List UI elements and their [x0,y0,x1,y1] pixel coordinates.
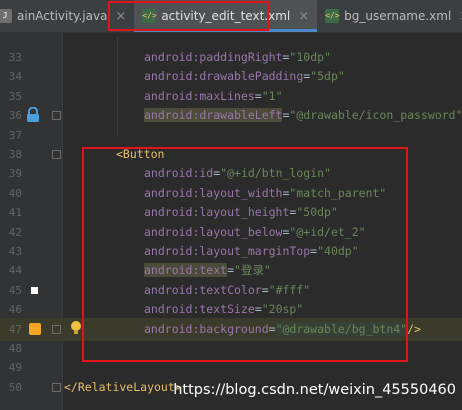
tab-activity-edit-text-xml[interactable]: </> activity_edit_text.xml × [134,0,318,32]
xml-attribute: android:maxLines [144,88,255,103]
xml-value: "登录" [234,263,271,278]
xml-value: "@+id/et_2" [289,224,366,239]
xml-attribute: android:layout_width [144,185,283,200]
close-icon[interactable]: × [115,9,126,24]
xml-value: "#fff" [268,282,311,297]
xml-tag: </RelativeLayout> [64,379,182,394]
xml-attribute: android:drawableLeft [144,108,283,123]
tab-mainactivity-java[interactable]: J ainActivity.java × [0,0,134,32]
xml-attribute: android:text [144,263,228,278]
tab-label: ainActivity.java [17,9,108,23]
equals-sign: = [268,321,276,336]
code-editor[interactable]: 33 android:paddingRight="10dp" 34 android:d… [0,33,462,410]
xml-attribute: android:layout_marginTop [144,244,311,258]
xml-attribute: android:layout_below [144,224,283,239]
line-number: 50 [8,380,22,394]
xml-file-icon: </> [142,9,157,23]
xml-value: "@drawable/bg_btn4" [275,321,408,336]
equals-sign: = [261,282,269,297]
xml-value: "40dp" [317,244,359,258]
tab-label: bg_username.xml [344,9,452,23]
xml-attribute: android:id [144,166,214,181]
xml-value: "20sp" [261,302,304,317]
xml-file-icon: </> [325,9,340,23]
xml-tag: <Button [116,147,165,161]
color-swatch-icon[interactable] [31,286,38,294]
xml-value: "10dp" [289,50,331,64]
drawable-preview-icon[interactable] [29,322,41,335]
tab-label: activity_edit_text.xml [161,9,291,23]
xml-value: "5dp" [310,69,345,84]
xml-value: "1" [261,88,283,103]
editor-tab-bar: J ainActivity.java × </> activity_edit_t… [0,0,462,33]
watermark: https://blog.csdn.net/weixin_45550460 [173,382,456,398]
equals-sign: = [254,302,262,317]
xml-attribute: android:drawablePadding [144,69,304,84]
xml-attribute: android:paddingRight [144,50,283,64]
xml-attribute: android:background [144,321,269,336]
xml-value: "@drawable/icon_password" [289,108,462,123]
xml-value: "@+id/btn_login" [220,166,331,181]
xml-attribute: android:layout_height [144,205,290,220]
close-icon[interactable]: × [298,9,309,24]
lightbulb-icon[interactable] [70,320,82,336]
fold-icon[interactable] [52,324,61,334]
java-file-icon: J [0,9,12,23]
lock-icon [27,107,39,123]
tab-bg-username-xml[interactable]: </> bg_username.xml × [317,0,462,32]
xml-attribute: android:textSize [144,302,255,317]
equals-sign: = [254,88,262,103]
code-text: </RelativeLayout> [64,376,182,399]
xml-value: "50dp" [296,205,338,220]
xml-value: "match_parent" [289,185,387,200]
xml-attribute: android:textColor [144,282,262,297]
equals-sign: = [227,263,235,278]
tag-close: /> [407,321,421,336]
fold-icon[interactable] [52,382,61,392]
fold-icon[interactable] [52,111,61,121]
fold-icon[interactable] [52,150,61,159]
